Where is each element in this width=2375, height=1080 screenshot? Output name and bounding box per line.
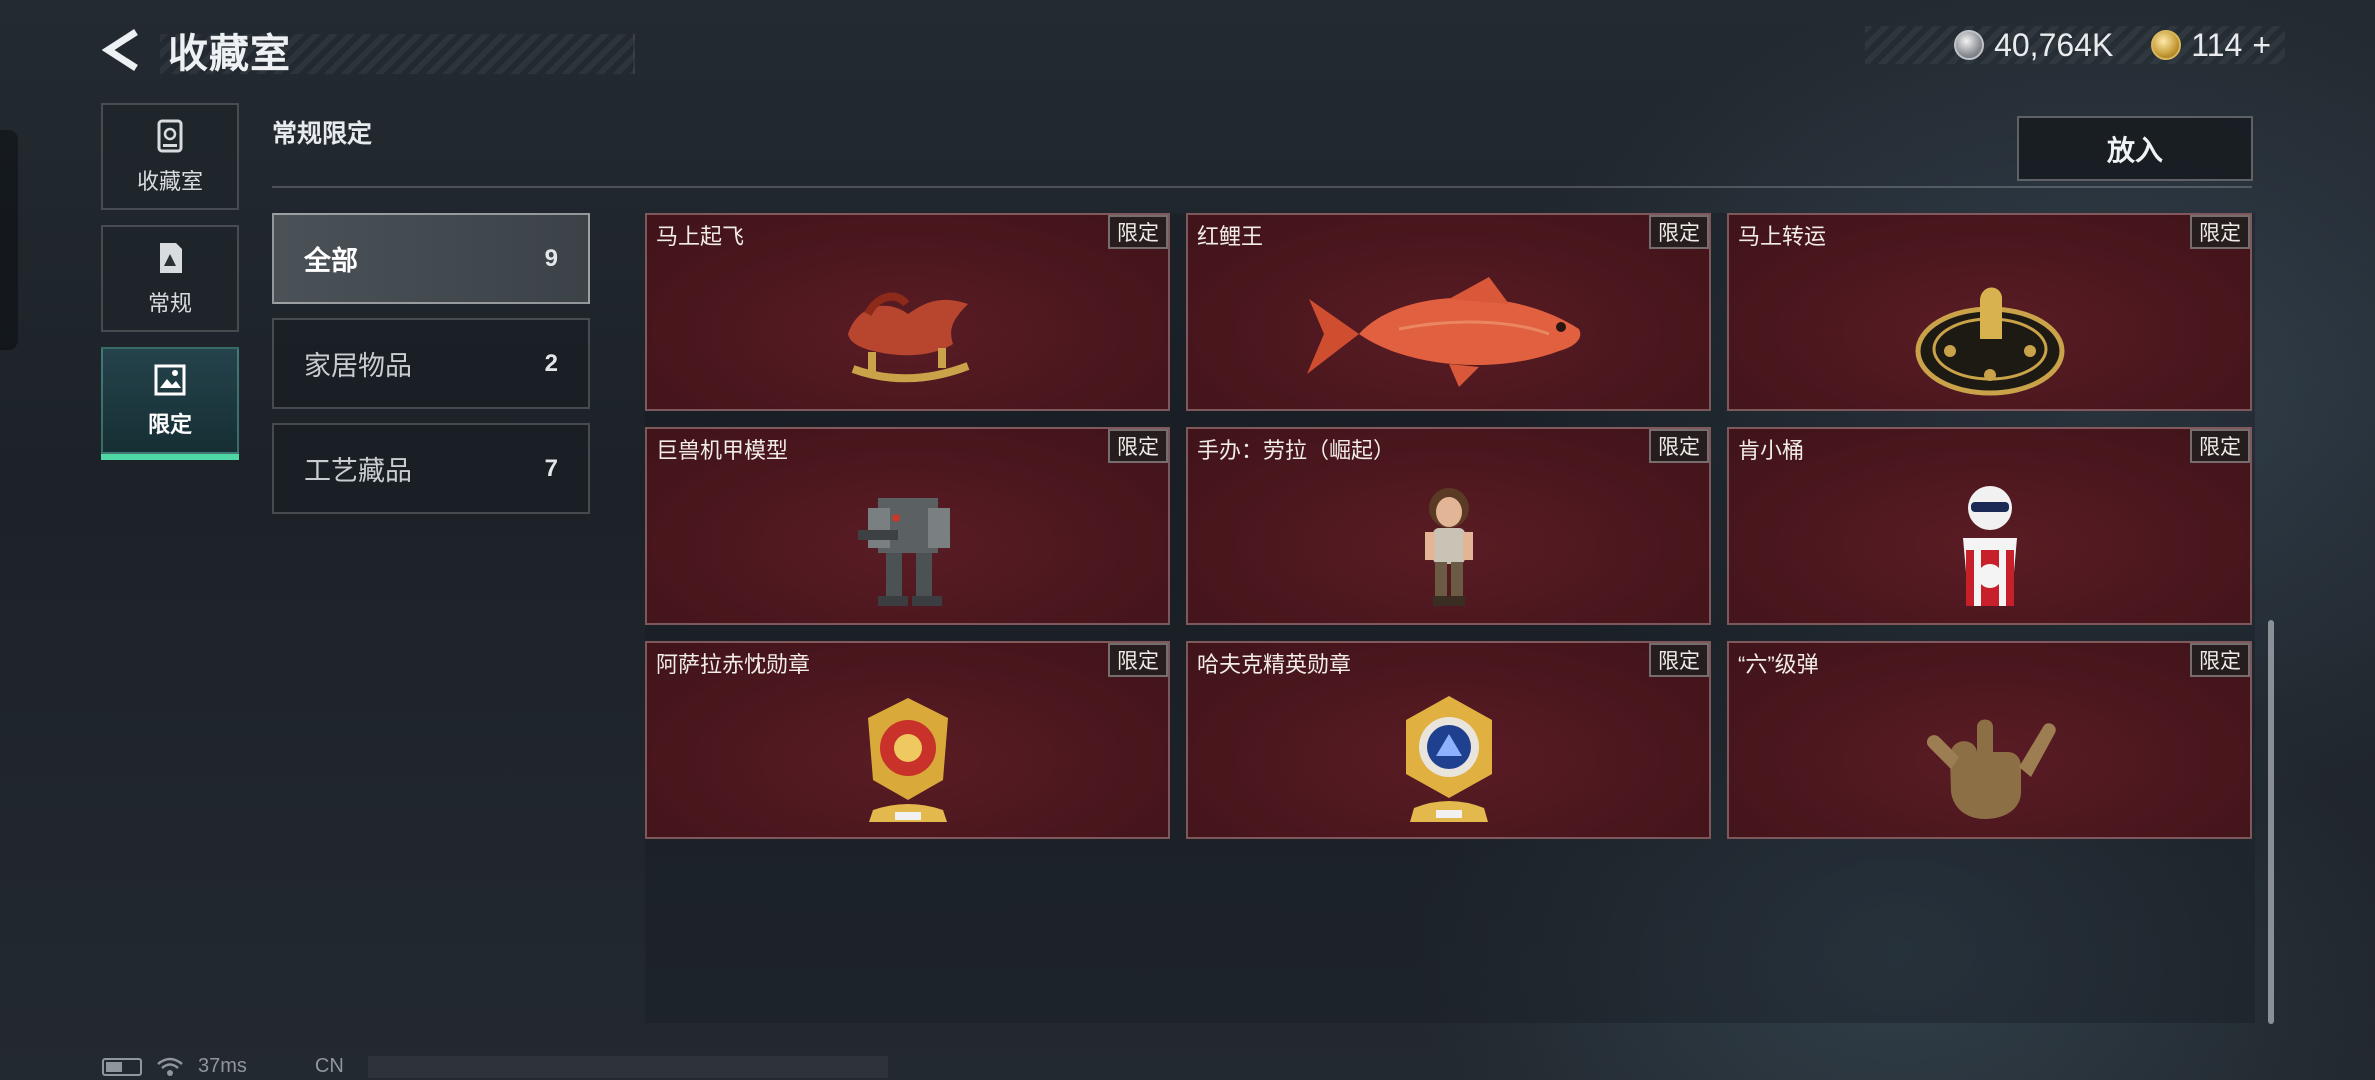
category-name: 全部	[304, 246, 358, 276]
item-name: 手办：劳拉（崛起）	[1197, 438, 1396, 463]
collection-card[interactable]: 马上起飞 限定	[645, 213, 1170, 411]
category-count: 7	[544, 454, 558, 482]
blurred-info	[367, 1055, 888, 1078]
battery-icon	[102, 1057, 142, 1076]
header: 收藏室	[100, 22, 635, 78]
lara-figure-icon	[1289, 473, 1609, 623]
bucket-figure-icon	[1830, 473, 2150, 623]
vault-icon	[157, 119, 183, 152]
category-all[interactable]: 全部 9	[272, 213, 590, 304]
category-list: 全部 9 家居物品 2 工艺藏品 7	[272, 213, 590, 528]
collection-card[interactable]: 巨兽机甲模型 限定	[645, 427, 1170, 625]
category-count: 9	[544, 244, 558, 272]
limited-tag: 限定	[2190, 429, 2250, 463]
collection-card[interactable]: 红鲤王 限定	[1186, 213, 1711, 411]
collection-card[interactable]: 马上转运 限定	[1727, 213, 2252, 411]
gold-currency[interactable]: 114 +	[2151, 27, 2271, 64]
red-carp-icon	[1289, 259, 1609, 409]
currency-bar: 40,764K 114 +	[1865, 26, 2285, 64]
limited-tag: 限定	[2190, 643, 2250, 677]
red-medal-icon	[748, 687, 1068, 837]
status-bar: 37ms CN	[102, 1055, 888, 1078]
item-name: 马上转运	[1738, 224, 1827, 249]
silver-currency: 40,764K	[1954, 27, 2113, 64]
page-title: 收藏室	[168, 32, 291, 76]
hand-gesture-icon	[1830, 687, 2150, 837]
limited-tag: 限定	[1649, 429, 1709, 463]
collection-card[interactable]: 阿萨拉赤忱勋章 限定	[645, 641, 1170, 839]
region-label: CN	[314, 1055, 344, 1077]
mech-model-icon	[748, 473, 1068, 623]
document-icon	[160, 242, 182, 273]
sidebar-item-label: 常规	[147, 290, 192, 316]
add-currency-icon[interactable]: +	[2252, 27, 2271, 64]
category-name: 家居物品	[304, 351, 412, 381]
limited-tag: 限定	[1108, 429, 1168, 463]
edge-handle	[0, 130, 18, 350]
silver-coin-icon	[1954, 30, 1985, 60]
back-arrow-icon	[102, 29, 138, 71]
limited-tag: 限定	[1649, 215, 1709, 249]
collection-card[interactable]: 肯小桶 限定	[1727, 427, 2252, 625]
side-nav: 收藏室 常规 限定	[101, 103, 239, 469]
blue-medal-icon	[1289, 687, 1609, 837]
item-name: 巨兽机甲模型	[656, 438, 789, 463]
item-name: 红鲤王	[1197, 224, 1264, 249]
gold-amount: 114	[2191, 26, 2243, 63]
back-button[interactable]	[100, 28, 144, 72]
category-name: 工艺藏品	[304, 456, 412, 486]
limited-tag: 限定	[1108, 643, 1168, 677]
put-in-button[interactable]: 放入	[2017, 116, 2253, 181]
gold-coin-icon	[2151, 30, 2182, 60]
category-home[interactable]: 家居物品 2	[272, 318, 590, 409]
image-frame-icon	[154, 364, 186, 395]
silver-amount: 40,764K	[1994, 26, 2114, 63]
sidebar-item-limited[interactable]: 限定	[101, 347, 239, 460]
item-name: 阿萨拉赤忱勋章	[656, 652, 811, 677]
wifi-icon	[157, 1057, 183, 1076]
collection-card[interactable]: 哈夫克精英勋章 限定	[1186, 641, 1711, 839]
horse-figurine-icon	[748, 259, 1068, 409]
item-name: 哈夫克精英勋章	[1197, 652, 1352, 677]
sidebar-item-vault[interactable]: 收藏室	[101, 103, 239, 210]
sidebar-item-label: 收藏室	[136, 168, 203, 194]
sidebar-item-label: 限定	[147, 411, 192, 437]
limited-tag: 限定	[1108, 215, 1168, 249]
item-name: 马上起飞	[656, 224, 745, 249]
category-craft[interactable]: 工艺藏品 7	[272, 423, 590, 514]
limited-tag: 限定	[2190, 215, 2250, 249]
collection-card[interactable]: “六”级弹 限定	[1727, 641, 2252, 839]
limited-tag: 限定	[1649, 643, 1709, 677]
ping-value: 37ms	[198, 1055, 247, 1077]
item-name: “六”级弹	[1738, 652, 1819, 677]
section-divider	[272, 186, 2252, 188]
sidebar-item-regular[interactable]: 常规	[101, 225, 239, 332]
grid-scrollbar[interactable]	[2268, 620, 2274, 1024]
fortune-wheel-icon	[1830, 259, 2150, 409]
item-name: 肯小桶	[1738, 438, 1805, 463]
collection-card[interactable]: 手办：劳拉（崛起） 限定	[1186, 427, 1711, 625]
collection-grid: 马上起飞 限定 红鲤王 限定 马上转运 限定 巨兽机甲模型 限定 手办：劳拉（崛…	[645, 213, 2255, 839]
section-title: 常规限定	[272, 120, 373, 148]
category-count: 2	[544, 349, 558, 377]
